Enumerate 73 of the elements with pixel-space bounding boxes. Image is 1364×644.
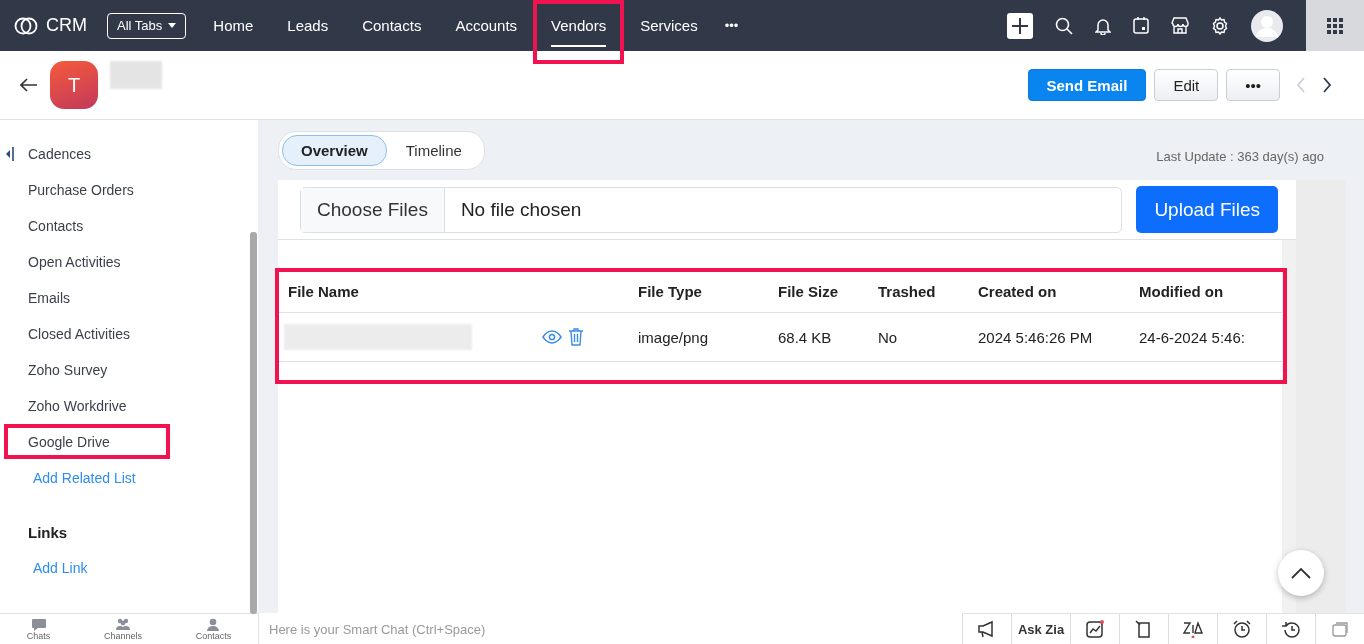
record-avatar: T — [50, 61, 98, 109]
nav-tab[interactable]: Leads — [270, 0, 346, 51]
nav-tab[interactable]: Contacts — [345, 0, 439, 51]
all-tabs-dropdown[interactable]: All Tabs — [107, 12, 187, 39]
action-button[interactable]: ••• — [1226, 69, 1280, 101]
search-icon[interactable] — [1055, 16, 1073, 35]
table-cell-text: image/png — [637, 328, 710, 346]
sidebar-item[interactable]: Contacts — [28, 218, 84, 234]
choose-files-button[interactable]: Choose Files — [301, 187, 445, 232]
add-related-list-link[interactable]: Add Related List — [0, 460, 250, 496]
action-button[interactable]: Edit — [1154, 69, 1219, 101]
table-cell-text: 2024 5:46:26 PM — [977, 328, 1094, 346]
smart-chat-field[interactable]: Here is your Smart Chat (Ctrl+Space) — [258, 613, 962, 644]
settings-icon[interactable] — [1211, 16, 1229, 35]
redacted-block — [110, 61, 162, 89]
nav-tab[interactable]: Vendors — [534, 0, 624, 51]
sidebar-item[interactable]: Zoho Survey — [28, 362, 108, 378]
sidebar-item[interactable]: Purchase Orders — [28, 182, 134, 198]
back-arrow-icon[interactable] — [20, 78, 38, 92]
column-header: Created on — [977, 282, 1058, 300]
calendar-icon[interactable] — [1133, 17, 1149, 34]
file-input[interactable]: Choose Files No file chosen — [300, 186, 1122, 233]
chat-tab[interactable]: Contacts — [195, 617, 232, 641]
alarm-clock-icon[interactable] — [1232, 620, 1252, 638]
nav-tab[interactable]: Services — [623, 0, 715, 51]
sidebar-item[interactable]: Open Activities — [28, 254, 121, 270]
sidebar-item[interactable]: Google Drive — [28, 434, 110, 450]
nav-tab[interactable]: Home — [196, 0, 271, 51]
column-header: Trashed — [877, 282, 937, 300]
avatar-icon[interactable] — [1251, 9, 1283, 42]
file-status-text: No file chosen — [459, 198, 582, 221]
person-icon — [205, 617, 222, 631]
trash-icon[interactable] — [568, 328, 584, 346]
brand-name: CRM — [46, 15, 87, 36]
chat-tab[interactable]: Chats — [26, 617, 51, 641]
sidebar-item[interactable]: Closed Activities — [28, 326, 130, 342]
collapse-icon[interactable] — [6, 147, 14, 161]
scrollbar-thumb[interactable] — [250, 232, 257, 614]
chat-tab[interactable]: Channels — [103, 617, 142, 641]
add-link-link[interactable]: Add Link — [0, 550, 250, 586]
column-header: File Type — [637, 282, 703, 300]
links-heading: Links — [27, 522, 69, 543]
bell-icon[interactable] — [1095, 16, 1111, 35]
caret-icon — [168, 23, 177, 28]
chat-bubble-icon — [30, 617, 47, 631]
last-update-text: Last Update : 363 day(s) ago — [1156, 148, 1324, 164]
apps-grid-button[interactable] — [1306, 0, 1364, 51]
action-button[interactable]: Send Email — [1027, 69, 1147, 101]
ask-zia-button[interactable]: Ask Zia — [1011, 614, 1070, 644]
sidebar-item[interactable]: Emails — [28, 290, 70, 306]
table-cell-text: No — [877, 328, 899, 346]
chevron-up-icon — [1291, 567, 1311, 579]
view-tab[interactable]: Timeline — [386, 134, 481, 166]
sidebar-item[interactable]: Zoho Workdrive — [28, 398, 127, 414]
column-header: Modified on — [1138, 282, 1225, 300]
store-icon[interactable] — [1171, 17, 1189, 34]
chart-icon[interactable] — [1085, 620, 1105, 638]
group-icon — [115, 617, 131, 631]
view-tab[interactable]: Overview — [282, 134, 387, 166]
nav-tab[interactable]: Accounts — [438, 0, 535, 51]
logo-icon — [14, 16, 38, 35]
more-tabs-button[interactable]: ••• — [714, 18, 749, 33]
eye-icon[interactable] — [542, 330, 562, 344]
zia-logo-icon[interactable] — [1183, 620, 1203, 638]
upload-files-button[interactable]: Upload Files — [1136, 186, 1278, 233]
table-cell-text: 68.4 KB — [777, 328, 833, 346]
column-header: File Size — [777, 282, 840, 300]
grid-icon — [1327, 17, 1343, 34]
table-cell-text: 24-6-2024 5:46: — [1138, 328, 1246, 346]
history-icon[interactable] — [1281, 620, 1301, 638]
plus-icon[interactable] — [1007, 12, 1033, 39]
sidebar-item[interactable]: Cadences — [28, 146, 92, 162]
column-header: File Name — [287, 282, 360, 300]
